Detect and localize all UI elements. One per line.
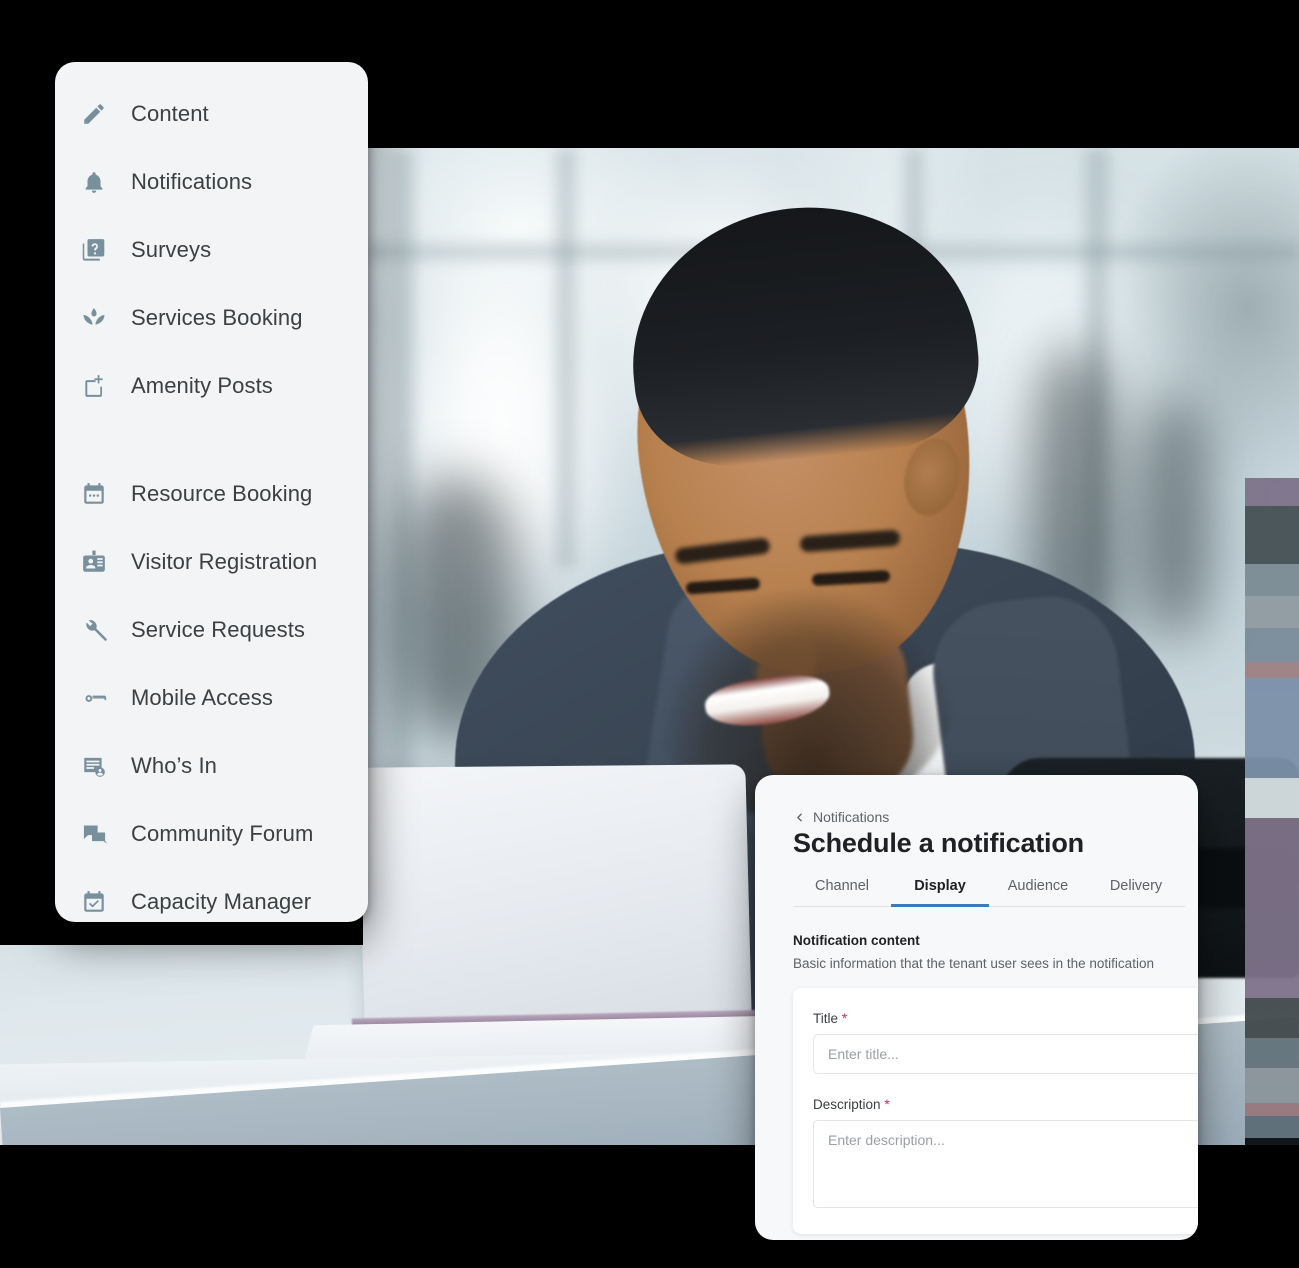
- key-icon: [79, 683, 109, 713]
- title-label-text: Title: [813, 1011, 839, 1026]
- id-badge-icon: [79, 547, 109, 577]
- sidebar-item-community-forum[interactable]: Community Forum: [55, 800, 368, 868]
- calendar-icon: [79, 479, 109, 509]
- description-textarea[interactable]: Enter description...: [813, 1120, 1198, 1208]
- sidebar-item-capacity-manager[interactable]: Capacity Manager: [55, 868, 368, 936]
- quiz-icon: [79, 235, 109, 265]
- navigation-menu-card: Content Notifications Surveys Services B…: [55, 62, 368, 922]
- required-marker: *: [884, 1096, 890, 1112]
- sidebar-item-visitor-registration[interactable]: Visitor Registration: [55, 528, 368, 596]
- image-edge-artifact: [1245, 478, 1299, 1145]
- post-add-icon: [79, 371, 109, 401]
- hair: [617, 190, 988, 476]
- sidebar-item-label: Service Requests: [131, 617, 306, 642]
- page-title: Schedule a notification: [793, 828, 1084, 858]
- field-spacer: [813, 1074, 1198, 1096]
- wrench-icon: [79, 615, 109, 645]
- tab-display[interactable]: Display: [891, 875, 989, 907]
- sidebar-item-amenity-posts[interactable]: Amenity Posts: [55, 352, 368, 420]
- description-label-text: Description: [813, 1097, 881, 1112]
- schedule-notification-panel: Notifications Schedule a notification Ch…: [755, 775, 1198, 1240]
- sidebar-item-content[interactable]: Content: [55, 80, 368, 148]
- sidebar-item-label: Mobile Access: [131, 685, 273, 710]
- back-link-label: Notifications: [813, 809, 890, 825]
- sidebar-item-resource-booking[interactable]: Resource Booking: [55, 460, 368, 528]
- sidebar-item-label: Visitor Registration: [131, 549, 318, 574]
- spa-icon: [79, 303, 109, 333]
- title-field-label: Title *: [813, 1010, 1198, 1026]
- sidebar-item-surveys[interactable]: Surveys: [55, 216, 368, 284]
- notification-content-form: Title * Enter title... Description * Ent…: [793, 988, 1198, 1234]
- tab-channel[interactable]: Channel: [793, 875, 891, 907]
- sidebar-item-label: Surveys: [131, 237, 212, 262]
- sidebar-item-label: Community Forum: [131, 821, 314, 846]
- sidebar-item-label: Resource Booking: [131, 481, 313, 506]
- sidebar-item-mobile-access[interactable]: Mobile Access: [55, 664, 368, 732]
- list-person-icon: [79, 751, 109, 781]
- sidebar-item-notifications[interactable]: Notifications: [55, 148, 368, 216]
- title-input[interactable]: Enter title...: [813, 1034, 1198, 1074]
- menu-group-divider: [55, 420, 368, 442]
- tab-delivery[interactable]: Delivery: [1087, 875, 1185, 907]
- title-input-placeholder: Enter title...: [828, 1046, 899, 1062]
- sidebar-item-label: Who’s In: [131, 753, 217, 778]
- sidebar-item-label: Amenity Posts: [131, 373, 273, 398]
- sidebar-item-label: Notifications: [131, 169, 253, 194]
- menu-group-secondary: Resource Booking Visitor Registration Se…: [55, 442, 368, 936]
- back-to-notifications-link[interactable]: Notifications: [793, 809, 1198, 825]
- section-heading: Notification content: [793, 933, 920, 948]
- panel-tabs: Channel Display Audience Delivery: [793, 875, 1185, 907]
- sidebar-item-services-booking[interactable]: Services Booking: [55, 284, 368, 352]
- sidebar-item-whos-in[interactable]: Who’s In: [55, 732, 368, 800]
- sidebar-item-label: Capacity Manager: [131, 889, 312, 914]
- sidebar-item-service-requests[interactable]: Service Requests: [55, 596, 368, 664]
- section-subheading: Basic information that the tenant user s…: [793, 956, 1154, 971]
- tab-audience[interactable]: Audience: [989, 875, 1087, 907]
- chat-bubbles-icon: [79, 819, 109, 849]
- description-field-label: Description *: [813, 1096, 1198, 1112]
- required-marker: *: [841, 1010, 848, 1026]
- sidebar-item-label: Services Booking: [131, 305, 303, 330]
- pencil-icon: [79, 99, 109, 129]
- chevron-left-icon: [793, 811, 806, 824]
- calendar-check-icon: [79, 887, 109, 917]
- menu-group-primary: Content Notifications Surveys Services B…: [55, 62, 368, 420]
- laptop-screen: [357, 764, 752, 1035]
- sidebar-item-label: Content: [131, 101, 209, 126]
- bell-icon: [79, 167, 109, 197]
- description-input-placeholder: Enter description...: [828, 1132, 945, 1148]
